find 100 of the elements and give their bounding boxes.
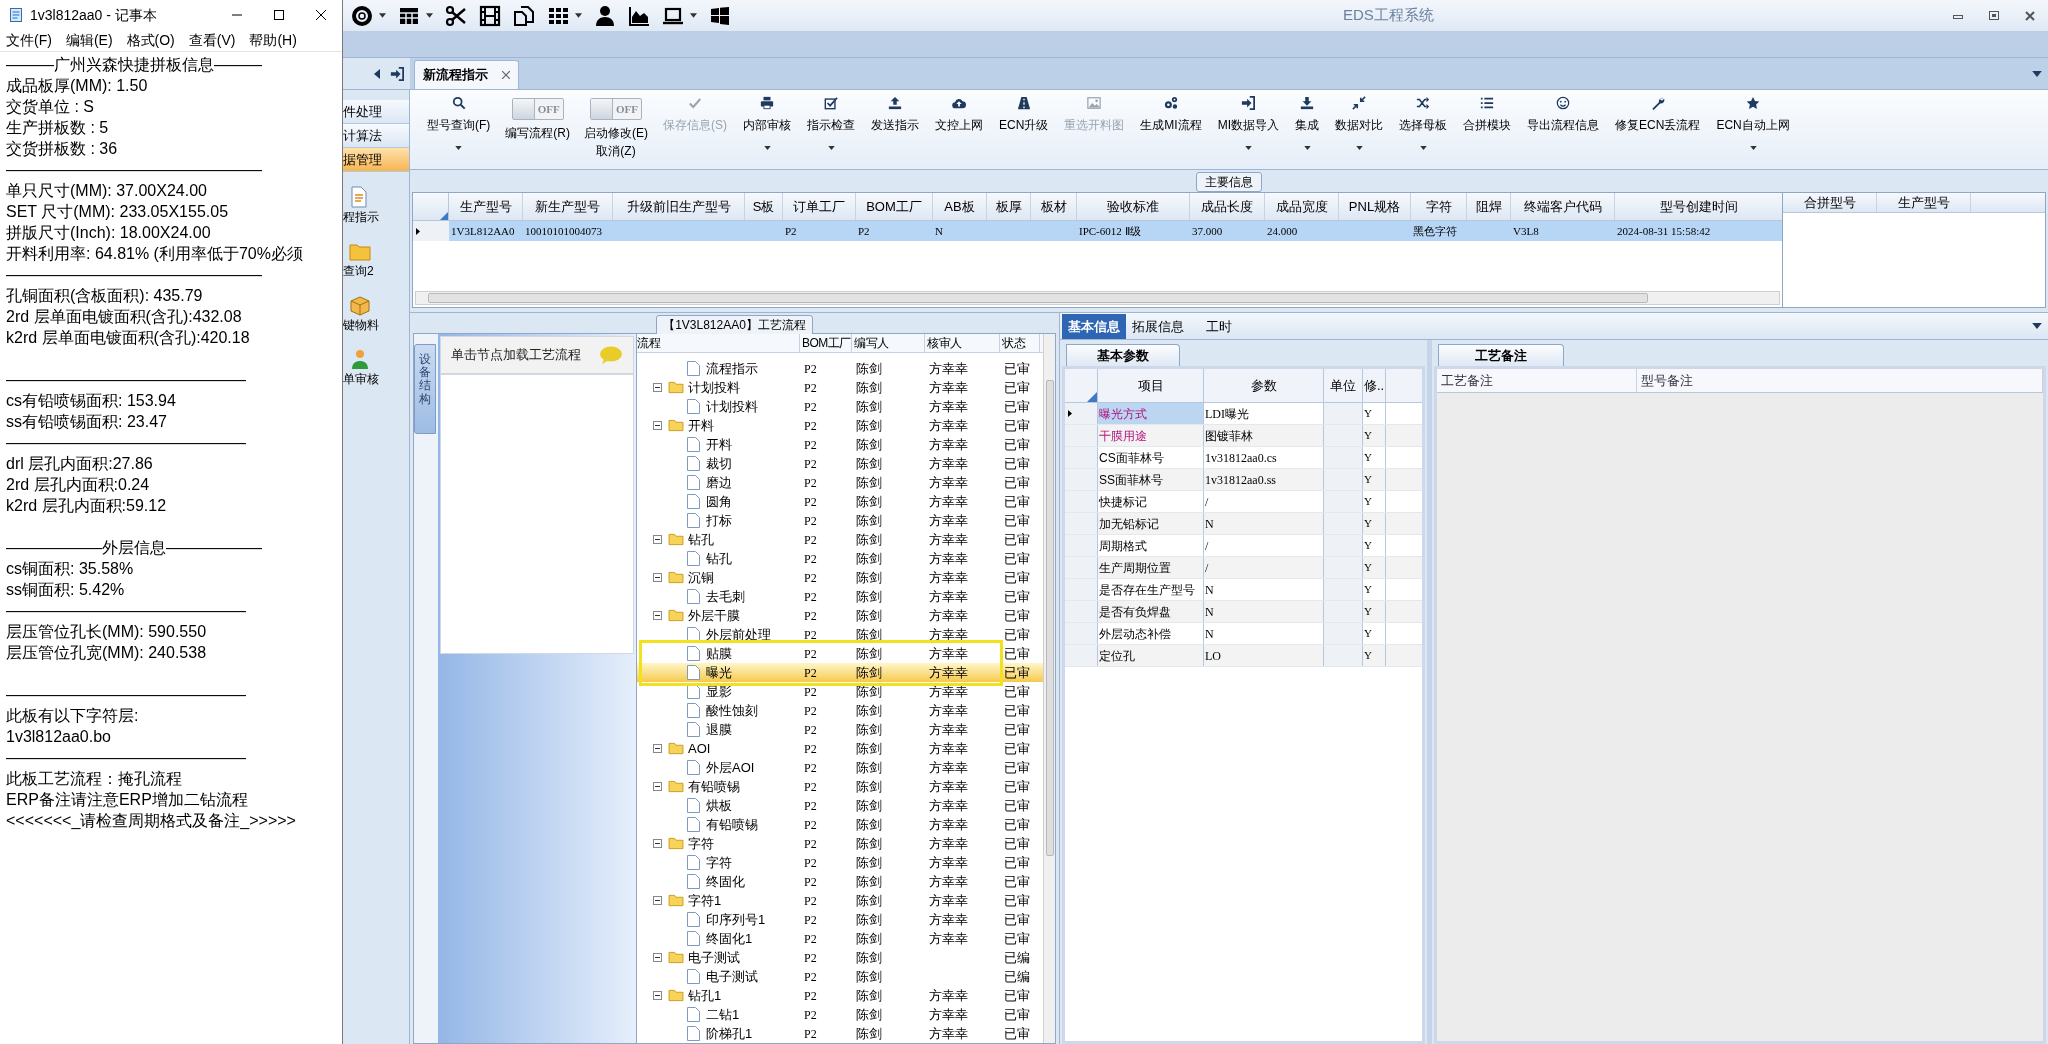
table-row[interactable]: 干膜用途 图镀菲林 Y	[1065, 425, 1422, 447]
column-header[interactable]: 成品长度	[1190, 193, 1265, 220]
tab[interactable]: 工艺备注	[1438, 344, 1564, 366]
table-cell-text: Y	[1364, 648, 1372, 664]
ribbon-button[interactable]: ECN升级	[996, 96, 1052, 134]
table-cell-text: P2	[804, 436, 817, 454]
column-header[interactable]: 生产型号	[449, 193, 523, 220]
ribbon-button[interactable]: MI数据导入	[1214, 96, 1283, 150]
ribbon-button[interactable]: 文控上网	[932, 96, 986, 134]
table-row[interactable]: 定位孔 LO Y	[1065, 645, 1422, 667]
column-header[interactable]: 型号备注	[1637, 369, 2043, 392]
table-cell-text: 已审	[1004, 853, 1030, 872]
ribbon-button[interactable]: 修复ECN丢流程	[1612, 96, 1704, 134]
column-header[interactable]: 订单工厂	[783, 193, 856, 220]
ribbon-button[interactable]: 指示检查	[804, 96, 858, 150]
nav-item[interactable]: 据管理	[343, 148, 409, 172]
column-header[interactable]: 终端客户代码	[1511, 193, 1615, 220]
ribbon-button[interactable]: 生成MI流程	[1137, 96, 1205, 134]
table-row[interactable]: 1V3L812AA0 10010101004073 P2 P2 N IPC-6012 Ⅱ级 37.000 24.000 黑色字符 V3L8 2024-08-31 15:58:42	[413, 221, 1782, 241]
tab[interactable]: 基本参数	[1066, 344, 1180, 366]
table-cell-text: P2	[804, 360, 817, 378]
table-row[interactable]: 快捷标记 / Y	[1065, 491, 1422, 513]
tab[interactable]: 基本信息	[1062, 314, 1126, 339]
table-row[interactable]: 曝光方式 LDI曝光 Y	[1065, 403, 1422, 425]
tab[interactable]: 拓展信息	[1126, 314, 1190, 339]
column-header[interactable]: 字符	[1411, 193, 1467, 220]
table-cell-text: 方幸幸	[929, 473, 968, 492]
ribbon-button[interactable]: 选择母板	[1396, 96, 1451, 150]
menu-item[interactable]: 帮助(H)	[249, 30, 297, 51]
ribbon-button[interactable]: 集成	[1292, 96, 1323, 150]
column-header[interactable]: 核审人	[925, 334, 1000, 352]
column-header[interactable]: 编写人	[852, 334, 925, 352]
table-cell-text: 陈剑	[856, 416, 882, 435]
column-header[interactable]: AB板	[933, 193, 987, 220]
nav-module[interactable]: 单审核	[343, 370, 379, 388]
table-cell-text: 陈剑	[856, 815, 882, 834]
column-header[interactable]: PNL规格	[1339, 193, 1411, 220]
column-header[interactable]: 单位	[1324, 369, 1363, 402]
column-header[interactable]: 流程	[637, 334, 800, 352]
table-row[interactable]: 生产周期位置 / Y	[1065, 557, 1422, 579]
table-cell-text: P2	[804, 379, 817, 397]
nav-module[interactable]: 程指示	[343, 208, 379, 226]
table-row[interactable]: 周期格式 / Y	[1065, 535, 1422, 557]
menu-item[interactable]: 编辑(E)	[65, 30, 113, 51]
column-header[interactable]: 项目	[1098, 369, 1204, 402]
column-header[interactable]: 板材	[1031, 193, 1077, 220]
nav-item[interactable]: 件处理	[343, 100, 409, 124]
table-cell-text: 已审	[1004, 587, 1030, 606]
table-row[interactable]: 加无铅标记 N Y	[1065, 513, 1422, 535]
column-header[interactable]: 成品宽度	[1265, 193, 1339, 220]
ribbon-button[interactable]: 导出流程信息	[1524, 96, 1603, 134]
column-header[interactable]: 新生产型号	[523, 193, 613, 220]
side-tab[interactable]: 设备结构	[414, 344, 436, 434]
table-row[interactable]: 外层动态补偿 N Y	[1065, 623, 1422, 645]
column-header[interactable]: 生产型号	[1877, 193, 1971, 212]
table-cell-text: 方幸幸	[929, 701, 968, 720]
table-cell-text: P2	[804, 835, 817, 853]
ribbon-button[interactable]: ECN自动上网	[1713, 96, 1793, 150]
table-cell-text: P2	[804, 417, 817, 435]
table-cell-text: 陈剑	[856, 853, 882, 872]
table-row[interactable]: 是否有负焊盘 N Y	[1065, 601, 1422, 623]
text-line: ———————————————	[6, 748, 246, 768]
column-header[interactable]: 修..	[1363, 369, 1386, 402]
table-row[interactable]: 是否存在生产型号 N Y	[1065, 579, 1422, 601]
menu-item[interactable]: 文件(F)	[6, 30, 52, 51]
column-header[interactable]: 状态	[1000, 334, 1040, 352]
table-cell-text: P2	[804, 930, 817, 948]
table-cell-text: LDI曝光	[1205, 405, 1249, 423]
column-header[interactable]: 阻焊	[1467, 193, 1511, 220]
nav-module[interactable]: 查询2	[343, 262, 374, 280]
column-header[interactable]: 板厚	[987, 193, 1031, 220]
column-header[interactable]: 工艺备注	[1437, 369, 1637, 392]
table-cell-text: 图镀菲林	[1205, 427, 1253, 445]
ribbon-button[interactable]: 型号查询(F)	[424, 96, 494, 150]
table-cell-text: 已审	[1004, 834, 1030, 853]
column-header[interactable]: 参数	[1204, 369, 1324, 402]
nav-module[interactable]: 键物料	[343, 316, 379, 334]
table-cell-text: 陈剑	[856, 834, 882, 853]
table-row[interactable]: CS面菲林号 1v31812aa0.cs Y	[1065, 447, 1422, 469]
table-cell-text: P2	[804, 683, 817, 701]
column-header[interactable]: 升级前旧生产型号	[613, 193, 745, 220]
table-cell-text: 快捷标记	[1099, 493, 1147, 511]
ribbon-button[interactable]: 发送指示	[868, 96, 922, 134]
tab[interactable]: 新流程指示	[414, 60, 519, 89]
ribbon-button[interactable]: 内部审核	[740, 96, 794, 150]
tab[interactable]: 工时	[1200, 314, 1238, 339]
column-header[interactable]: BOM工厂	[856, 193, 933, 220]
table-cell-text: 1v31812aa0.cs	[1205, 449, 1277, 467]
nav-item[interactable]: 计算法	[343, 124, 409, 148]
menu-item[interactable]: 格式(O)	[126, 30, 175, 51]
ribbon-button[interactable]: 合拼模块	[1460, 96, 1515, 134]
menu-item[interactable]: 查看(V)	[188, 30, 236, 51]
tree-row[interactable]: 曝光 P2 陈剑 方幸幸 已审	[637, 663, 1043, 682]
column-header[interactable]: BOM工厂	[800, 334, 852, 352]
ribbon-button[interactable]: 数据对比	[1332, 96, 1387, 150]
column-header[interactable]: S板	[745, 193, 783, 220]
table-cell-text: 黑色字符	[1413, 223, 1457, 239]
column-header[interactable]: 验收标准	[1077, 193, 1190, 220]
table-row[interactable]: SS面菲林号 1v31812aa0.ss Y	[1065, 469, 1422, 491]
column-header[interactable]: 合拼型号	[1783, 193, 1877, 212]
